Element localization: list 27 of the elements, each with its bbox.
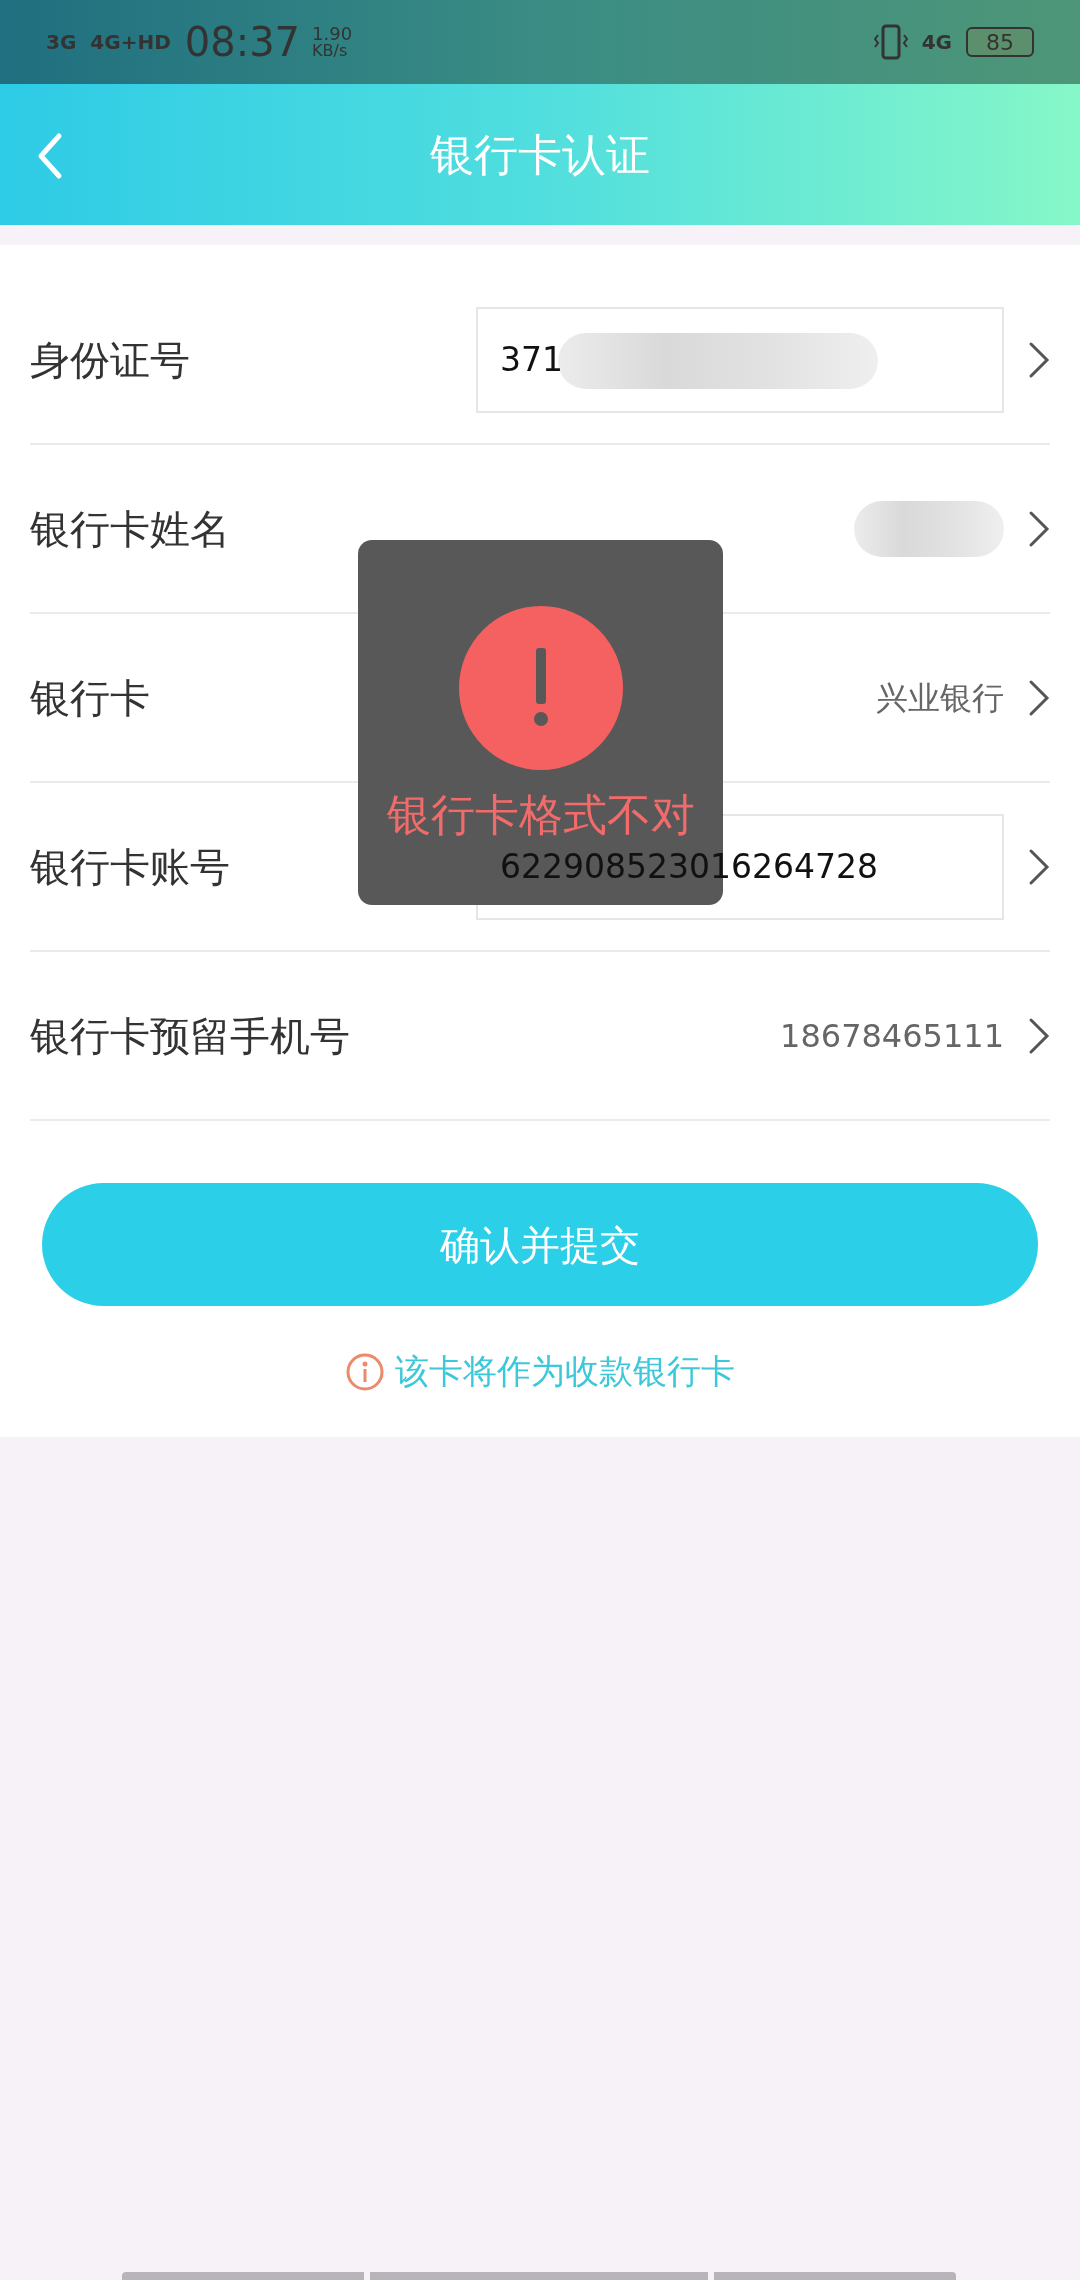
row-label: 银行卡预留手机号 (30, 1011, 351, 1061)
form-row[interactable]: 身份证号 371 (30, 276, 1050, 445)
battery-indicator: 85 (966, 27, 1034, 57)
clock: 08:37 (184, 18, 301, 67)
row-value: 兴业银行 (876, 677, 1004, 719)
chevron-right-icon (1028, 1016, 1050, 1055)
network-label: 4G+HD (90, 29, 171, 56)
network-label: 4G (921, 29, 952, 56)
chevron-right-icon (1028, 847, 1050, 886)
speed-value: 1.90 (312, 25, 353, 43)
page-title: 银行卡认证 (430, 127, 650, 182)
row-value: 18678465111 (780, 1015, 1004, 1057)
notice-text: 该卡将作为收款银行卡 (395, 1350, 735, 1393)
chevron-right-icon (1028, 509, 1050, 548)
warning-icon (458, 606, 623, 770)
info-icon (345, 1351, 385, 1392)
speed-unit: KB/s (312, 43, 349, 59)
chevron-right-icon (1028, 340, 1050, 379)
chevron-right-icon (1028, 678, 1050, 717)
row-label: 身份证号 (30, 335, 191, 385)
network-label: 3G (46, 29, 77, 56)
row-label: 银行卡 (30, 673, 151, 723)
row-label: 银行卡姓名 (30, 504, 231, 554)
vibrate-icon (873, 23, 908, 61)
form-row[interactable]: 银行卡预留手机号 18678465111 (30, 952, 1050, 1121)
row-label: 银行卡账号 (30, 842, 231, 892)
input-field[interactable]: 371 (476, 306, 1004, 413)
